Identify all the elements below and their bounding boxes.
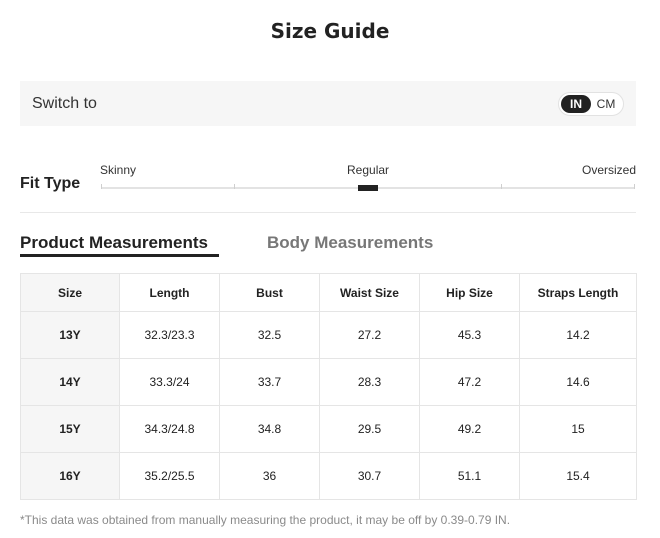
table-row: 14Y 33.3/24 33.7 28.3 47.2 14.6 [20, 358, 637, 406]
table-row: 15Y 34.3/24.8 34.8 29.5 49.2 15 [20, 405, 637, 453]
size-cell: 15Y [20, 405, 120, 453]
hip-cell: 47.2 [419, 358, 520, 406]
unit-cm-button[interactable]: CM [591, 95, 621, 113]
page-title: Size Guide [270, 19, 390, 43]
fit-tick [634, 184, 635, 189]
fit-option-oversized: Oversized [582, 163, 637, 177]
waist-cell: 28.3 [319, 358, 420, 406]
unit-in-button[interactable]: IN [561, 95, 591, 113]
bust-cell: 32.5 [219, 311, 320, 359]
table-row: 16Y 35.2/25.5 36 30.7 51.1 15.4 [20, 452, 637, 500]
length-cell: 33.3/24 [119, 358, 220, 406]
waist-cell: 29.5 [319, 405, 420, 453]
header-straps-length: Straps Length [519, 273, 637, 312]
length-cell: 34.3/24.8 [119, 405, 220, 453]
fit-option-skinny: Skinny [100, 163, 137, 177]
fit-tick [234, 184, 235, 189]
size-cell: 16Y [20, 452, 120, 500]
straps-cell: 15 [519, 405, 637, 453]
length-cell: 35.2/25.5 [119, 452, 220, 500]
bust-cell: 34.8 [219, 405, 320, 453]
header-hip-size: Hip Size [419, 273, 520, 312]
unit-switch-bar: Switch to IN CM [20, 81, 636, 126]
bust-cell: 36 [219, 452, 320, 500]
straps-cell: 14.6 [519, 358, 637, 406]
header-waist-size: Waist Size [319, 273, 420, 312]
header-size: Size [20, 273, 120, 312]
size-cell: 13Y [20, 311, 120, 359]
hip-cell: 51.1 [419, 452, 520, 500]
length-cell: 32.3/23.3 [119, 311, 220, 359]
header-length: Length [119, 273, 220, 312]
hip-cell: 45.3 [419, 311, 520, 359]
hip-cell: 49.2 [419, 405, 520, 453]
fit-tick [101, 184, 102, 189]
fit-type-marker [358, 185, 378, 191]
bust-cell: 33.7 [219, 358, 320, 406]
waist-cell: 27.2 [319, 311, 420, 359]
fit-option-regular: Regular [347, 163, 390, 177]
header-bust: Bust [219, 273, 320, 312]
fit-type-label: Fit Type [20, 175, 81, 192]
tab-body-measurements[interactable]: Body Measurements [267, 233, 433, 253]
straps-cell: 14.2 [519, 311, 637, 359]
measurement-disclaimer: *This data was obtained from manually me… [20, 513, 511, 527]
active-tab-underline [20, 254, 219, 257]
tab-product-measurements[interactable]: Product Measurements [20, 233, 208, 253]
fit-tick [501, 184, 502, 189]
waist-cell: 30.7 [319, 452, 420, 500]
size-cell: 14Y [20, 358, 120, 406]
section-divider [20, 212, 636, 213]
straps-cell: 15.4 [519, 452, 637, 500]
measurements-table: Size Length Bust Waist Size Hip Size Str… [20, 273, 637, 500]
switch-label: Switch to [32, 95, 97, 112]
unit-toggle[interactable]: IN CM [558, 92, 624, 116]
table-header-row: Size Length Bust Waist Size Hip Size Str… [20, 273, 637, 312]
table-row: 13Y 32.3/23.3 32.5 27.2 45.3 14.2 [20, 311, 637, 359]
